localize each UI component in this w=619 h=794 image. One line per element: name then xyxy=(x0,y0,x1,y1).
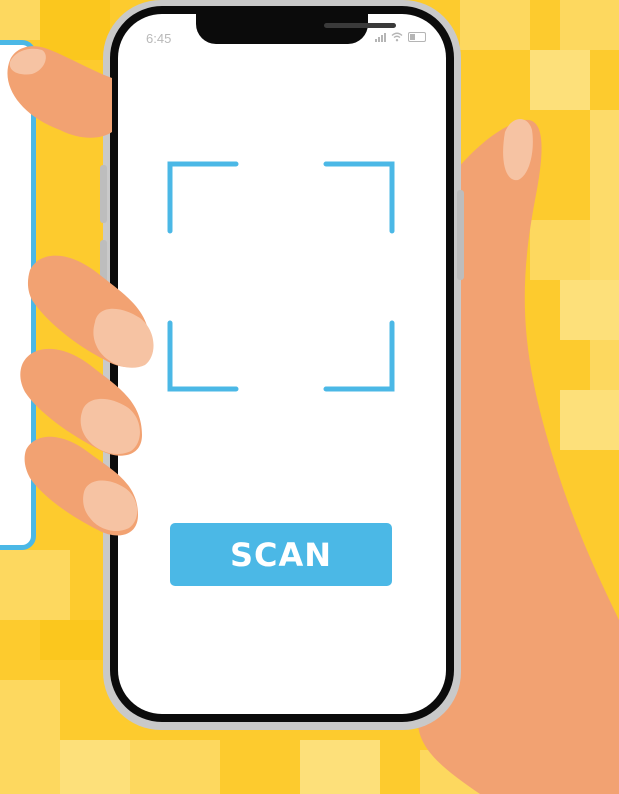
left-hand xyxy=(7,46,154,536)
